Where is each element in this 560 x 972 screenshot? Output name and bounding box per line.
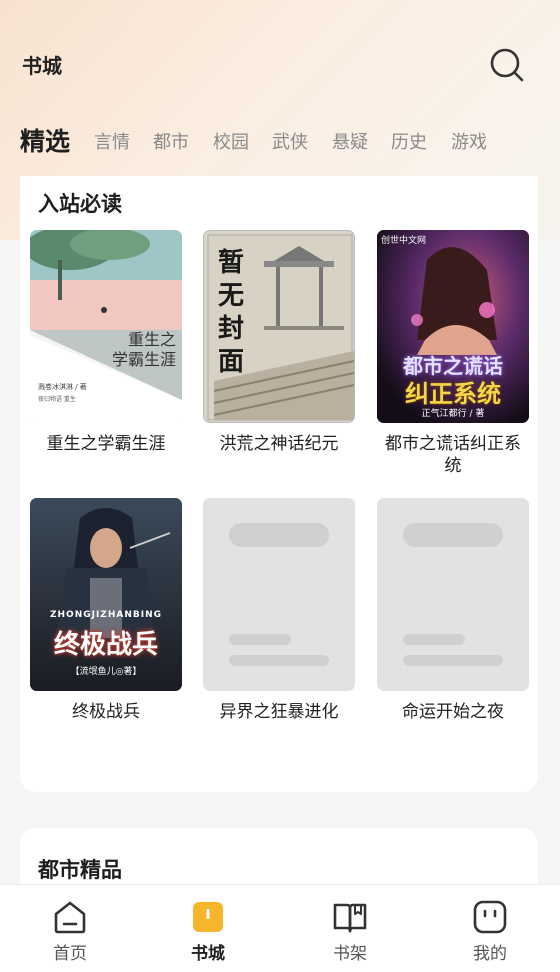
search-button[interactable]	[488, 46, 526, 84]
page-title: 书城	[22, 54, 62, 78]
book-title: 异界之狂暴进化	[219, 702, 339, 722]
nav-home[interactable]: 首页	[0, 885, 140, 972]
cover-note: 夜归物语 重生	[38, 396, 76, 403]
book-title: 重生之学霸生涯	[46, 434, 166, 454]
bookshelf-icon	[333, 903, 367, 933]
book-title: 都市之谎话纠正系统	[385, 434, 521, 476]
section-title: 都市精品	[38, 858, 122, 882]
book-cover-placeholder	[377, 498, 529, 691]
cover-author: 【流氓鱼儿◎著】	[70, 667, 142, 677]
book-item[interactable]: ZHONGJIZHANBING 终极战兵 【流氓鱼儿◎著】 终极战兵	[30, 498, 182, 723]
book-cover-placeholder	[203, 498, 355, 691]
nav-bookshelf[interactable]: 书架	[280, 885, 420, 972]
book-item[interactable]: 重生之 学霸生涯 溅卷冰淇淋 / 著 夜归物语 重生 重生之学霸生涯	[30, 230, 182, 455]
tab-mystery[interactable]: 悬疑	[332, 128, 368, 154]
book-item[interactable]: 异界之狂暴进化	[203, 498, 355, 723]
header: 书城	[0, 0, 560, 120]
book-cover: ZHONGJIZHANBING 终极战兵 【流氓鱼儿◎著】	[30, 498, 182, 691]
cover-pinyin: ZHONGJIZHANBING	[49, 610, 162, 620]
category-tabs: 精选 言情 都市 校园 武侠 悬疑 历史 游戏	[0, 118, 560, 162]
book-item[interactable]: 暂无封面 洪荒之神话纪元	[203, 230, 355, 455]
profile-icon	[473, 900, 507, 934]
book-cover: 暂无封面	[203, 230, 355, 423]
bottom-nav: 首页 书城 书架 我的	[0, 884, 560, 972]
cover-title: 终极战兵	[53, 630, 158, 660]
cover-title: 暂无封面	[218, 248, 245, 377]
tab-campus[interactable]: 校园	[213, 128, 249, 154]
tab-romance[interactable]: 言情	[94, 128, 130, 154]
nav-label: 书架	[333, 944, 367, 964]
tab-game[interactable]: 游戏	[451, 128, 487, 154]
cover-author: 正气江都行 / 著	[421, 409, 485, 419]
book-title: 终极战兵	[72, 702, 140, 722]
book-item[interactable]: 命运开始之夜	[377, 498, 529, 723]
cover-author: 溅卷冰淇淋 / 著	[38, 383, 87, 391]
tab-history[interactable]: 历史	[391, 128, 427, 154]
nav-bookstore[interactable]: 书城	[138, 885, 278, 972]
cover-title: 重生之 学霸生涯	[111, 330, 176, 369]
bookstore-icon	[193, 902, 223, 932]
nav-label: 书城	[191, 944, 225, 964]
book-item[interactable]: 创世中文网 都市之谎话 纠正系统 正气江都行 / 著 都市之谎话纠正系统	[377, 230, 529, 477]
nav-profile[interactable]: 我的	[420, 885, 560, 972]
cover-title-2: 纠正系统	[405, 380, 501, 408]
tab-martial-arts[interactable]: 武侠	[272, 128, 308, 154]
tab-featured[interactable]: 精选	[20, 122, 70, 158]
nav-label: 我的	[473, 944, 507, 964]
cover-publisher: 创世中文网	[381, 236, 427, 246]
section-title: 入站必读	[38, 192, 122, 216]
home-icon	[54, 901, 86, 934]
search-icon	[490, 48, 524, 82]
book-title: 洪荒之神话纪元	[219, 434, 339, 454]
book-cover: 重生之 学霸生涯 溅卷冰淇淋 / 著 夜归物语 重生	[30, 230, 182, 423]
book-cover: 创世中文网 都市之谎话 纠正系统 正气江都行 / 著	[377, 230, 529, 423]
tab-urban[interactable]: 都市	[153, 128, 189, 154]
book-title: 命运开始之夜	[402, 702, 504, 722]
section-must-read: 入站必读 重生之 学霸生涯 溅卷冰淇淋 / 著 夜归物语 重生 重生之学霸生涯	[20, 176, 538, 792]
nav-label: 首页	[53, 944, 87, 964]
